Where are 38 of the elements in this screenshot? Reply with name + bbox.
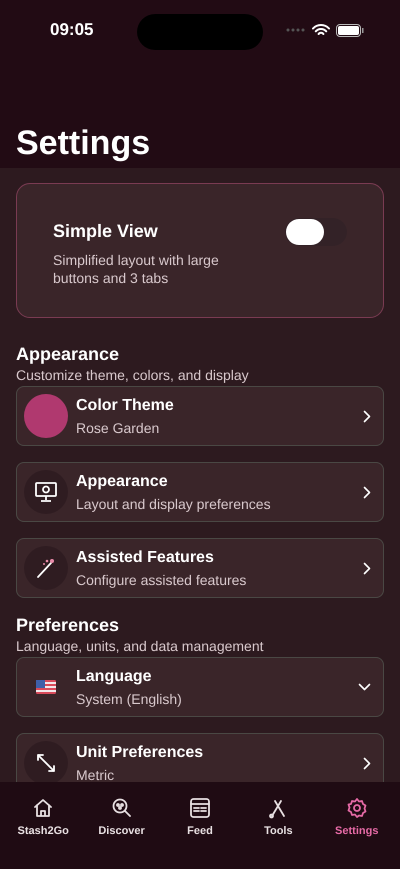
- section-subtitle: Customize theme, colors, and display: [16, 366, 250, 384]
- monitor-icon: [34, 481, 58, 503]
- flag-icon: [36, 680, 56, 694]
- settings-row[interactable]: Unit Preferences Metric: [16, 733, 384, 782]
- row-subtitle: Configure assisted features: [76, 570, 248, 588]
- simple-view-description: Simplified layout with large buttons and 3 tabs: [53, 251, 220, 287]
- row-subtitle: Layout and display preferences: [76, 494, 272, 512]
- resize-arrows-icon: [34, 751, 58, 775]
- section-subtitle: Language, units, and data management: [16, 637, 265, 655]
- section-title: Preferences: [16, 614, 120, 636]
- tab-button[interactable]: Settings: [320, 796, 393, 869]
- simple-view-title: Simple View: [53, 220, 159, 243]
- tab-button[interactable]: Tools: [242, 796, 314, 869]
- battery-icon: [336, 24, 364, 36]
- settings-row[interactable]: Language System (English): [16, 657, 384, 717]
- row-title: Language: [76, 666, 153, 686]
- simple-view-toggle[interactable]: [285, 218, 347, 246]
- row-title: Color Theme: [76, 396, 175, 416]
- search-icon: [110, 796, 134, 820]
- row-title: Assisted Features: [76, 548, 215, 568]
- tab-button[interactable]: Discover: [86, 796, 158, 869]
- settings-row[interactable]: Appearance Layout and display preferences: [16, 462, 384, 522]
- tab-button[interactable]: Stash2Go: [7, 796, 80, 869]
- wifi-icon: [312, 24, 330, 36]
- signal-icon: [286, 28, 306, 32]
- newspaper-icon: [188, 796, 212, 820]
- row-title: Appearance: [76, 472, 169, 492]
- settings-row[interactable]: Color Theme Rose Garden: [16, 386, 384, 446]
- section-title: Appearance: [16, 343, 120, 365]
- row-subtitle: Rose Garden: [76, 418, 160, 436]
- row-subtitle: Metric: [76, 766, 116, 782]
- settings-icon: [344, 796, 369, 820]
- settings-row[interactable]: Assisted Features Configure assisted features: [16, 538, 384, 598]
- row-subtitle: System (English): [76, 690, 183, 708]
- row-title: Unit Preferences: [76, 742, 204, 762]
- tab-button[interactable]: Feed: [164, 796, 236, 869]
- page-title: Settings: [16, 126, 150, 160]
- status-time: 09:05: [50, 19, 94, 42]
